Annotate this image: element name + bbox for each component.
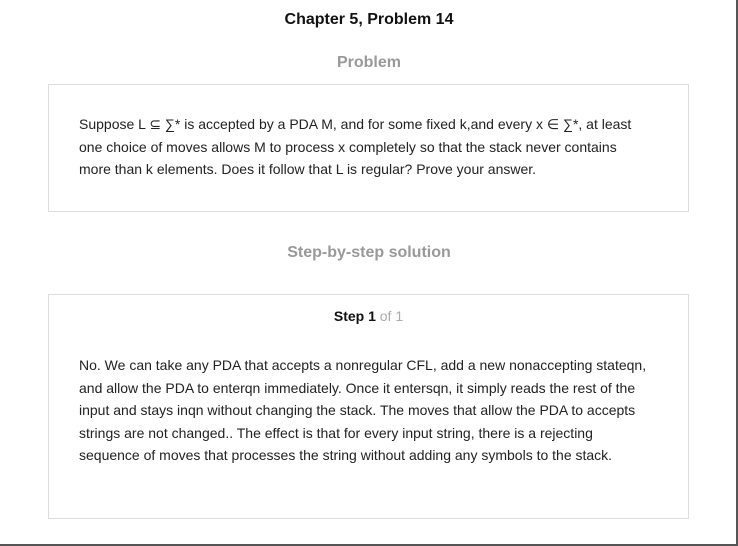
solution-line: input and stays inqn without changing th… [79, 402, 636, 418]
problem-text: Suppose L ⊆ ∑* is accepted by a PDA M, a… [79, 113, 664, 181]
step-label: Step 1 [333, 308, 376, 324]
solution-heading: Step-by-step solution [287, 244, 451, 261]
solution-line: sequence of moves that processes the str… [79, 447, 613, 463]
problem-line: one choice of moves allows M to process … [79, 138, 617, 155]
step-count: of 1 [379, 308, 404, 324]
problem-heading: Problem [336, 54, 401, 71]
solution-card: Step 1 of 1 No. We can take any PDA that… [48, 294, 689, 519]
solution-line: and allow the PDA to enterqn immediately… [79, 379, 636, 396]
step-header: Step 1 of 1 [49, 308, 688, 324]
problem-line: more than k elements. Does it follow tha… [79, 161, 537, 177]
solution-text: No. We can take any PDA that accepts a n… [79, 354, 664, 467]
solution-line: No. We can take any PDA that accepts a n… [79, 357, 647, 373]
solution-line: strings are not changed.. The effect is … [79, 424, 593, 441]
problem-line: Suppose L ⊆ ∑* is accepted by a PDA M, a… [79, 116, 632, 132]
chapter-title: Chapter 5, Problem 14 [284, 11, 454, 28]
problem-card: Suppose L ⊆ ∑* is accepted by a PDA M, a… [48, 84, 689, 212]
